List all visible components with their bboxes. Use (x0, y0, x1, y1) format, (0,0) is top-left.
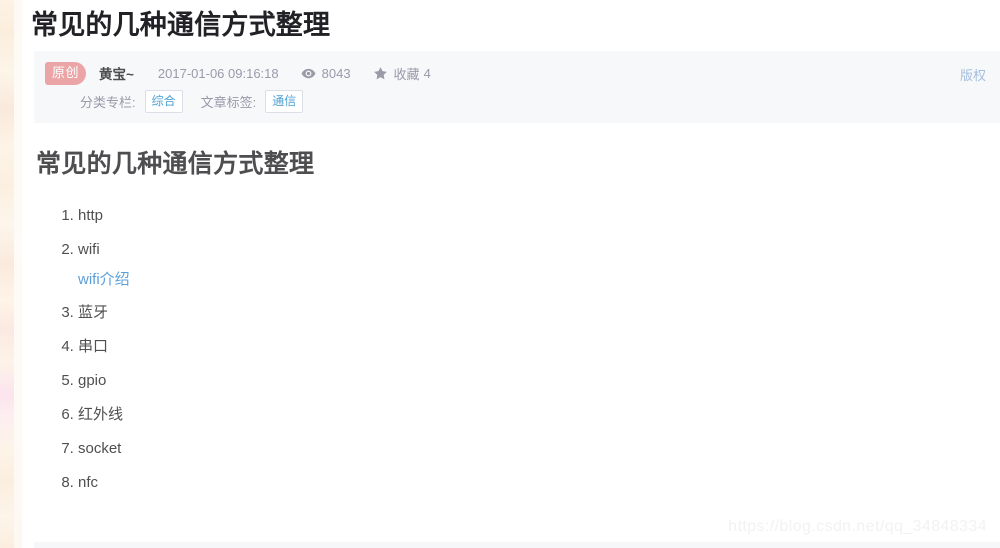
post-meta-bar: 原创 黄宝~ 2017-01-06 09:16:18 8043 收藏 4 分类专… (34, 51, 1000, 123)
list-item: socket (78, 438, 1000, 460)
communication-methods-list: http wifi wifi介绍 蓝牙 串口 gpio 红外线 socket (34, 205, 1000, 494)
category-label: 分类专栏: (80, 94, 136, 110)
star-icon (373, 66, 394, 81)
list-item: gpio (78, 370, 1000, 392)
article-heading: 常见的几种通信方式整理 (36, 150, 315, 178)
watermark: https://blog.csdn.net/qq_34848334 (728, 518, 987, 535)
list-item: http (78, 205, 1000, 227)
publish-date: 2017-01-06 09:16:18 (157, 65, 279, 81)
list-item: 红外线 (78, 404, 1000, 426)
list-item-text: http (78, 207, 104, 224)
favorite-label: 收藏 (393, 66, 420, 82)
decorative-left-strip (0, 0, 14, 548)
decorative-left-strip-inner (14, 0, 22, 548)
list-item-text: socket (78, 440, 122, 457)
blog-post-page: 常见的几种通信方式整理 原创 黄宝~ 2017-01-06 09:16:18 8… (0, 0, 1000, 548)
list-item: nfc (78, 472, 1000, 494)
bottom-band (34, 542, 1000, 548)
tag-label: 文章标签: (200, 94, 257, 110)
list-item: wifi wifi介绍 (78, 239, 1000, 290)
status-badge-original: 原创 (45, 61, 87, 85)
eye-icon (301, 66, 322, 81)
wifi-intro-link[interactable]: wifi介绍 (78, 270, 1000, 290)
view-count: 8043 (301, 66, 351, 81)
favorite-count[interactable]: 收藏 4 (373, 64, 431, 83)
page-title: 常见的几种通信方式整理 (31, 10, 331, 40)
list-item: 蓝牙 (78, 302, 1000, 324)
list-item: 串口 (78, 336, 1000, 358)
list-item-text: 红外线 (78, 406, 124, 423)
list-item-text: gpio (78, 372, 107, 389)
tag-chip[interactable]: 通信 (265, 89, 304, 113)
favorite-count-value: 4 (423, 65, 431, 81)
copyright-link[interactable]: 版权 (960, 65, 986, 84)
view-count-value: 8043 (321, 65, 351, 81)
meta-row-secondary: 分类专栏: 综合 文章标签: 通信 (34, 88, 1000, 114)
list-item-text: 串口 (78, 338, 109, 355)
author-name[interactable]: 黄宝~ (99, 63, 134, 83)
list-item-text: 蓝牙 (78, 304, 109, 321)
list-item-text: wifi (78, 241, 100, 258)
category-chip[interactable]: 综合 (144, 89, 183, 113)
meta-row-primary: 原创 黄宝~ 2017-01-06 09:16:18 8043 收藏 4 (34, 59, 1000, 87)
list-item-text: nfc (78, 474, 99, 491)
article-body: 常见的几种通信方式整理 http wifi wifi介绍 蓝牙 串口 gpio … (34, 123, 1000, 494)
